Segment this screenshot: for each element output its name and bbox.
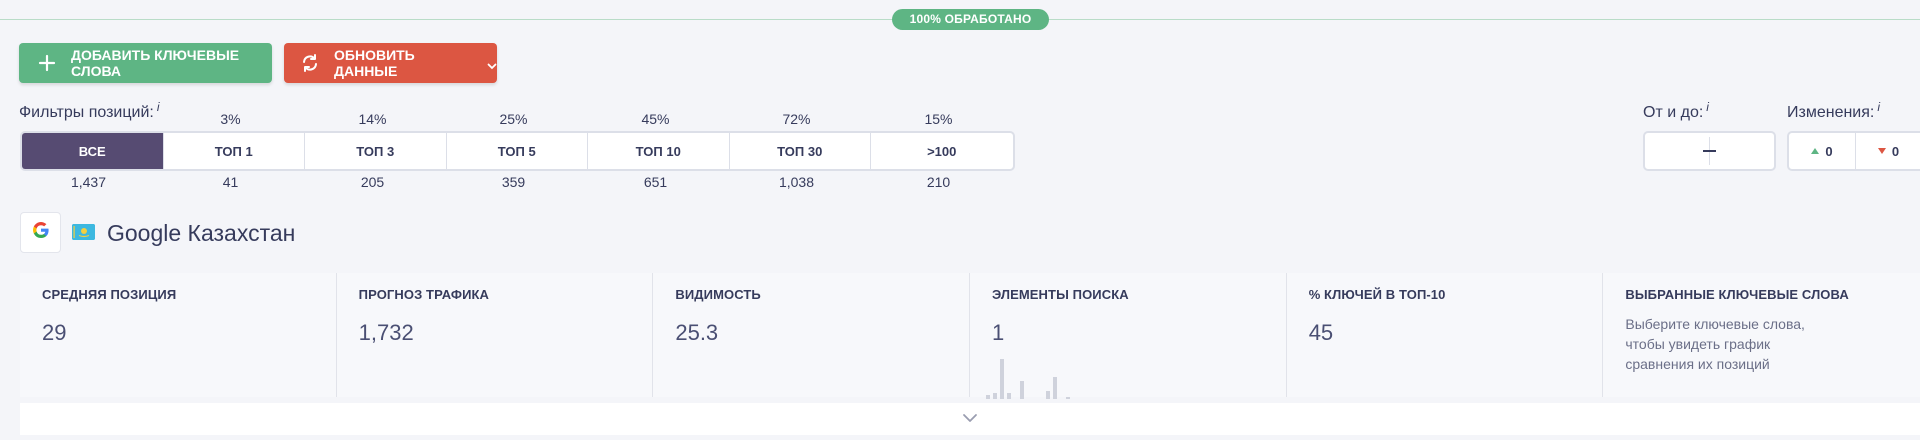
range-label: От и до: i xyxy=(1643,100,1709,121)
plus-icon xyxy=(37,53,57,73)
stat-title: ВЫБРАННЫЕ КЛЮЧЕВЫЕ СЛОВА xyxy=(1625,287,1849,302)
filter-count-all: 1,437 xyxy=(70,174,107,190)
mini-chart-bar xyxy=(1020,381,1024,399)
search-engine-title: Google Казахстан xyxy=(107,220,296,246)
search-engine-button[interactable] xyxy=(20,212,61,253)
stat-traffic-forecast[interactable]: ПРОГНОЗ ТРАФИКА 1,732 xyxy=(337,273,654,397)
stat-value: 29 xyxy=(42,320,67,345)
triangle-up-icon xyxy=(1811,148,1820,154)
filter-percent-top1: 3% xyxy=(220,111,241,127)
filter-count-top10: 651 xyxy=(643,174,668,190)
filter-percent-top5: 25% xyxy=(499,111,528,127)
stat-value: 25.3 xyxy=(675,320,719,345)
filter-top10[interactable]: ТОП 10 xyxy=(588,133,730,169)
stat-visibility[interactable]: ВИДИМОСТЬ 25.3 xyxy=(653,273,971,397)
mini-chart-bar xyxy=(993,393,997,399)
position-filter-segmented: ВСЕ ТОП 1 ТОП 3 ТОП 5 ТОП 10 ТОП 30 >100 xyxy=(20,131,1015,171)
mini-chart-bar xyxy=(986,395,990,399)
mini-chart-bar xyxy=(1053,377,1057,399)
range-input[interactable] xyxy=(1643,131,1776,171)
stat-title: СРЕДНЯЯ ПОЗИЦИЯ xyxy=(42,287,177,302)
range-dash xyxy=(1703,150,1716,152)
stat-title: ЭЛЕМЕНТЫ ПОИСКА xyxy=(992,287,1129,302)
mini-chart-bar xyxy=(1000,359,1004,399)
changes-up-button[interactable]: 0 xyxy=(1789,133,1855,169)
stat-value: 45 xyxy=(1308,320,1334,345)
triangle-down-icon xyxy=(1877,148,1886,154)
changes-up-value: 0 xyxy=(1825,143,1833,159)
filter-top1[interactable]: ТОП 1 xyxy=(164,133,305,169)
progress-badge: 100% ОБРАБОТАНО xyxy=(892,9,1049,30)
stat-title: ВИДИМОСТЬ xyxy=(675,287,761,302)
expand-chevron-icon xyxy=(962,410,978,428)
filter-percent-top30: 72% xyxy=(782,111,811,127)
changes-down-button[interactable]: 0 xyxy=(1855,133,1920,169)
filter-top3[interactable]: ТОП 3 xyxy=(305,133,447,169)
kazakhstan-flag-icon xyxy=(72,224,95,240)
refresh-data-button[interactable]: ОБНОВИТЬ ДАННЫЕ xyxy=(284,43,497,83)
filter-count-over100: 210 xyxy=(926,174,951,190)
filter-all[interactable]: ВСЕ xyxy=(22,133,164,169)
range-info-icon[interactable]: i xyxy=(1706,100,1709,114)
filter-over100[interactable]: >100 xyxy=(871,133,1013,169)
mini-chart-bar xyxy=(1046,391,1050,399)
refresh-data-label: ОБНОВИТЬ ДАННЫЕ xyxy=(334,47,415,79)
filter-count-top1: 41 xyxy=(222,174,239,190)
stat-title: % КЛЮЧЕЙ В ТОП-10 xyxy=(1308,287,1446,302)
add-keywords-button[interactable]: ДОБАВИТЬ КЛЮЧЕВЫЕ СЛОВА xyxy=(19,43,272,83)
mini-chart-bar xyxy=(1007,393,1011,399)
stat-value: 1 xyxy=(992,320,1005,345)
google-g-icon xyxy=(31,220,51,245)
filters-label: Фильтры позиций: i xyxy=(19,100,160,121)
stat-value: 1,732 xyxy=(358,320,414,345)
changes-info-icon[interactable]: i xyxy=(1877,100,1880,114)
filter-percent-over100: 15% xyxy=(924,111,953,127)
filter-percent-top3: 14% xyxy=(358,111,387,127)
changes-label: Изменения: i xyxy=(1787,100,1881,121)
stat-selected-keywords[interactable]: ВЫБРАННЫЕ КЛЮЧЕВЫЕ СЛОВА Выберите ключев… xyxy=(1603,273,1920,397)
changes-down-value: 0 xyxy=(1891,143,1900,159)
filter-percent-top10: 45% xyxy=(641,111,670,127)
filter-top30[interactable]: ТОП 30 xyxy=(730,133,871,169)
search-elements-mini-chart xyxy=(986,359,1070,399)
add-keywords-label: ДОБАВИТЬ КЛЮЧЕВЫЕ СЛОВА xyxy=(71,47,240,79)
stat-description: Выберите ключевые слова, чтобы увидеть г… xyxy=(1625,316,1805,372)
expand-stats-button[interactable] xyxy=(20,403,1920,435)
changes-filter: 0 0 xyxy=(1787,131,1920,171)
filter-count-top3: 205 xyxy=(360,174,385,190)
chevron-down-icon[interactable] xyxy=(487,58,497,70)
stat-top10-keywords[interactable]: % КЛЮЧЕЙ В ТОП-10 45 xyxy=(1287,273,1604,397)
filter-count-top30: 1,038 xyxy=(778,174,815,190)
stat-average-position[interactable]: СРЕДНЯЯ ПОЗИЦИЯ 29 xyxy=(20,273,337,397)
refresh-icon xyxy=(300,53,320,73)
mini-chart-bar xyxy=(1066,397,1070,399)
filter-top5[interactable]: ТОП 5 xyxy=(447,133,588,169)
filter-count-top5: 359 xyxy=(501,174,526,190)
stat-title: ПРОГНОЗ ТРАФИКА xyxy=(358,287,490,302)
